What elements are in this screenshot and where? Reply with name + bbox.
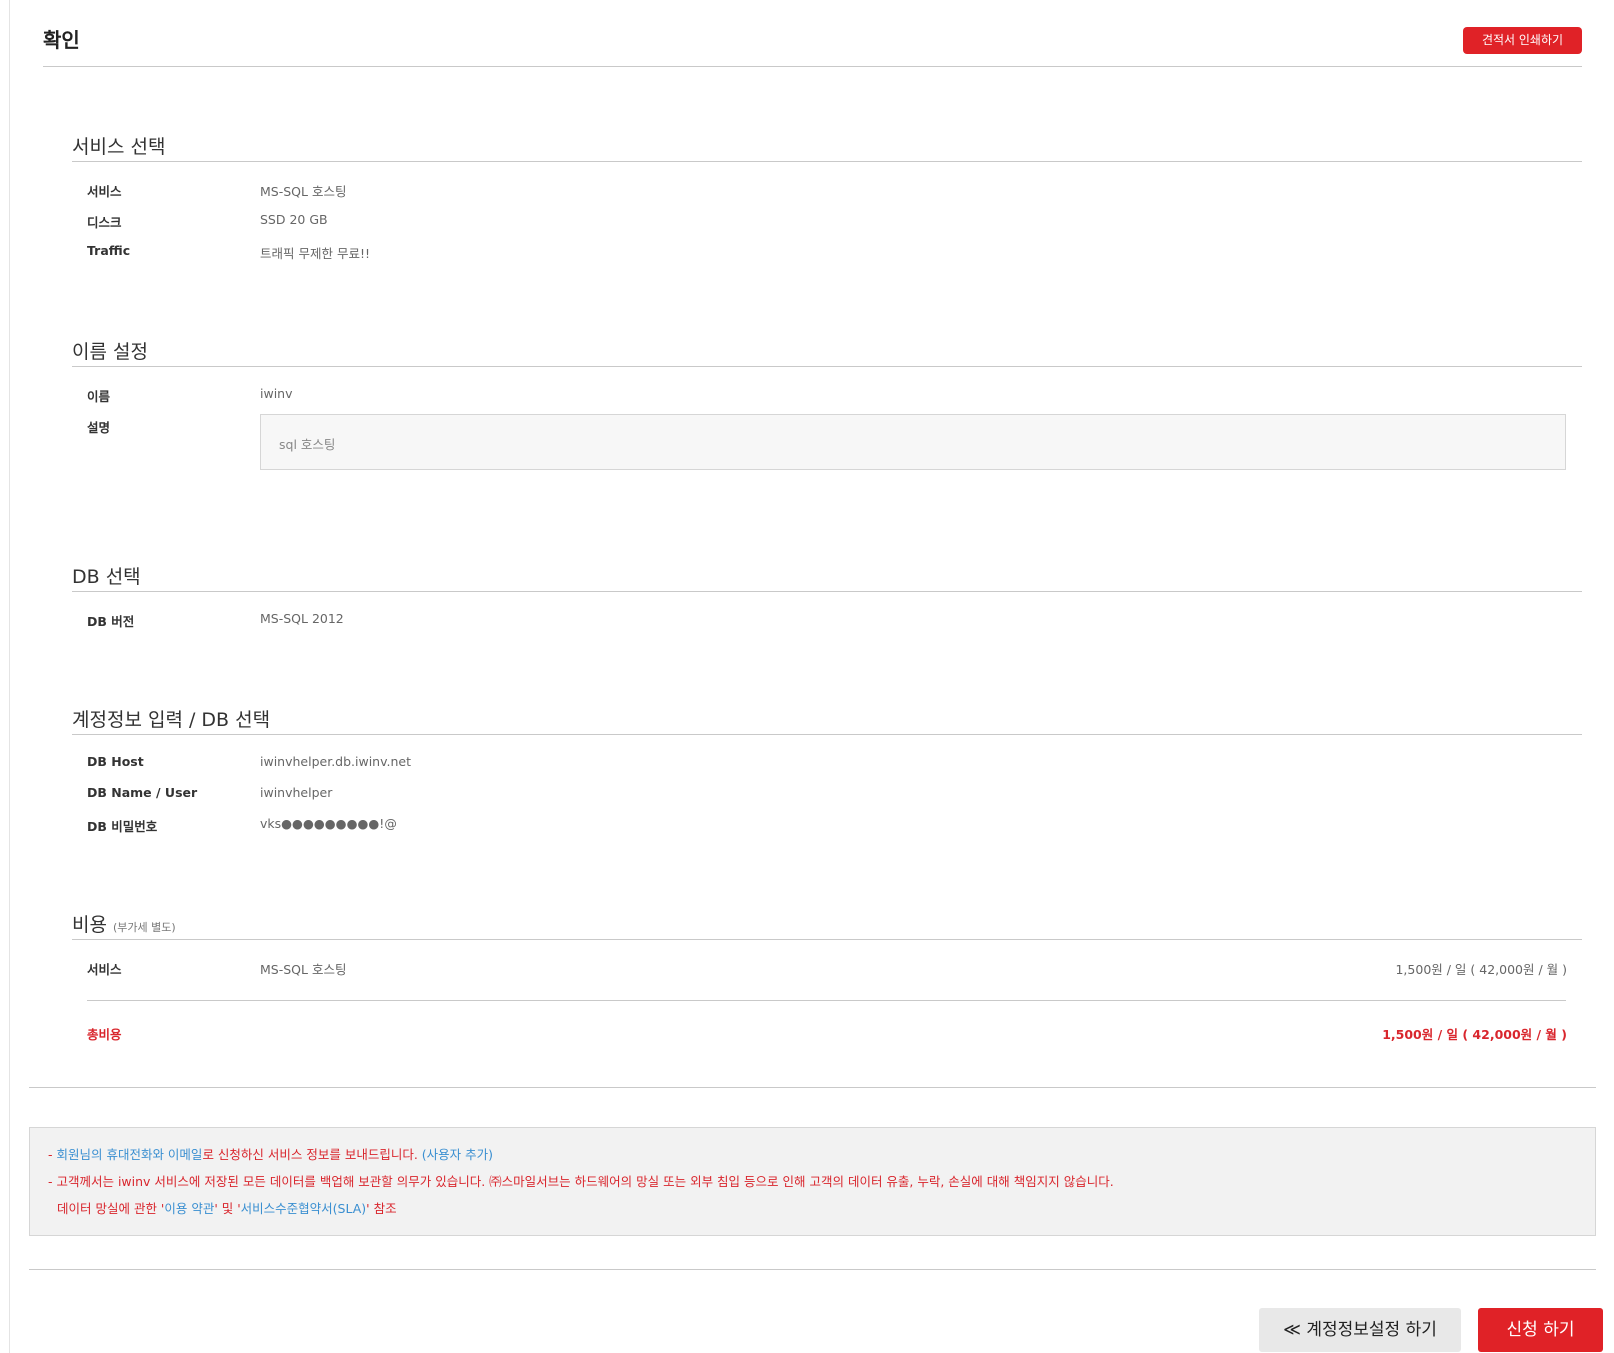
notice-line-1: - 회원님의 휴대전화와 이메일로 신청하신 서비스 정보를 보내드립니다. (… (48, 1147, 494, 1162)
section-title: 비용 (부가세 별도) (72, 910, 1582, 940)
submit-button[interactable]: 신청 하기 (1478, 1308, 1603, 1352)
phone-email-link[interactable]: 회원님의 휴대전화와 이메일 (56, 1147, 202, 1162)
info-row: 설명 sql 호스팅 (72, 410, 1582, 480)
row-value: MS-SQL 2012 (260, 611, 344, 626)
print-quote-button[interactable]: 견적서 인쇄하기 (1463, 27, 1582, 54)
row-label: DB Name / User (87, 785, 198, 800)
sla-link[interactable]: 서비스수준협약서(SLA) (241, 1201, 367, 1216)
row-label: DB 버전 (87, 614, 135, 629)
cost-title: 비용 (72, 914, 107, 936)
notice-box: - 회원님의 휴대전화와 이메일로 신청하신 서비스 정보를 보내드립니다. (… (29, 1127, 1596, 1236)
section-title: 서비스 선택 (72, 132, 1582, 162)
row-label: 디스크 (87, 215, 122, 230)
row-value: MS-SQL 호스팅 (260, 962, 347, 977)
divider (29, 1087, 1596, 1088)
left-border (9, 0, 10, 1353)
row-label: 서비스 (87, 184, 122, 199)
info-row: Traffic 트래픽 무제한 무료!! (72, 236, 1582, 267)
page-title: 확인 (43, 28, 80, 52)
total-cost-row: 총비용 1,500원 / 일 ( 42,000원 / 월 ) (72, 1017, 1582, 1048)
info-row: DB 비밀번호 vks●●●●●●●●●!@ (72, 809, 1582, 840)
total-label: 총비용 (87, 1027, 122, 1042)
info-row: DB Name / User iwinvhelper (72, 778, 1582, 809)
notice-line-3: 데이터 망실에 관한 '이용 약관' 및 '서비스수준협약서(SLA)' 참조 (57, 1201, 397, 1216)
row-label: 설명 (87, 420, 111, 435)
info-row: DB 버전 MS-SQL 2012 (72, 604, 1582, 635)
row-value: 트래픽 무제한 무료!! (260, 246, 370, 261)
name-section: 이름 설정 이름 iwinv 설명 sql 호스팅 (72, 337, 1582, 480)
section-title: DB 선택 (72, 562, 1582, 592)
cost-section: 비용 (부가세 별도) 서비스 MS-SQL 호스팅 1,500원 / 일 ( … (72, 910, 1582, 1048)
total-price: 1,500원 / 일 ( 42,000원 / 월 ) (1382, 1027, 1567, 1042)
row-value: vks●●●●●●●●●!@ (260, 816, 397, 831)
row-value: iwinvhelper.db.iwinv.net (260, 754, 412, 769)
row-label: DB 비밀번호 (87, 819, 158, 834)
row-value: iwinvhelper (260, 785, 333, 800)
row-price: 1,500원 / 일 ( 42,000원 / 월 ) (1395, 962, 1567, 977)
description-box: sql 호스팅 (260, 414, 1566, 470)
terms-link[interactable]: 이용 약관 (164, 1201, 214, 1216)
notice-line-2: - 고객께서는 iwinv 서비스에 저장된 모든 데이터를 백업해 보관할 의… (48, 1174, 1114, 1189)
row-value: SSD 20 GB (260, 212, 328, 227)
db-section: DB 선택 DB 버전 MS-SQL 2012 (72, 562, 1582, 635)
account-section: 계정정보 입력 / DB 선택 DB Host iwinvhelper.db.i… (72, 705, 1582, 840)
service-section: 서비스 선택 서비스 MS-SQL 호스팅 디스크 SSD 20 GB Traf… (72, 132, 1582, 267)
row-label: Traffic (87, 243, 131, 258)
info-row: DB Host iwinvhelper.db.iwinv.net (72, 747, 1582, 778)
row-label: DB Host (87, 754, 144, 769)
page-header: 확인 견적서 인쇄하기 (43, 0, 1582, 67)
divider (29, 1269, 1596, 1270)
row-label: 이름 (87, 389, 111, 404)
prev-step-button[interactable]: ≪ 계정정보설정 하기 (1259, 1308, 1461, 1352)
info-row: 서비스 MS-SQL 호스팅 (72, 174, 1582, 205)
info-row: 이름 iwinv (72, 379, 1582, 410)
cost-divider (87, 1000, 1566, 1001)
info-row: 디스크 SSD 20 GB (72, 205, 1582, 236)
row-value: MS-SQL 호스팅 (260, 184, 347, 199)
cost-subtitle: (부가세 별도) (113, 921, 176, 934)
section-title: 계정정보 입력 / DB 선택 (72, 705, 1582, 735)
row-value: iwinv (260, 386, 293, 401)
section-title: 이름 설정 (72, 337, 1582, 367)
cost-row: 서비스 MS-SQL 호스팅 1,500원 / 일 ( 42,000원 / 월 … (72, 952, 1582, 983)
add-user-link[interactable]: (사용자 추가) (422, 1147, 493, 1162)
row-label: 서비스 (87, 962, 122, 977)
